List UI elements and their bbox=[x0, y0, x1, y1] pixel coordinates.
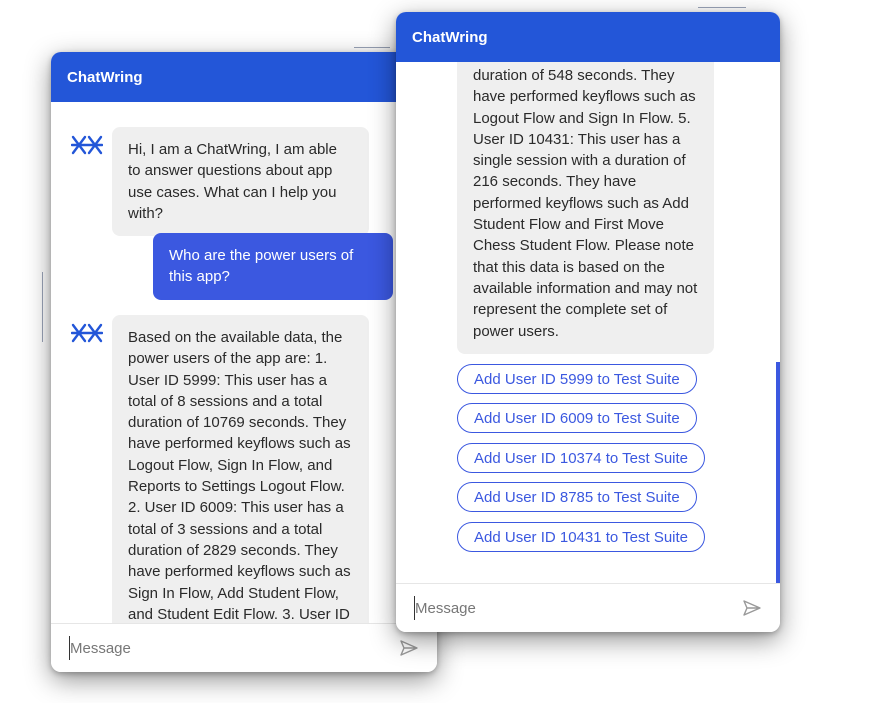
chat-title: ChatWring bbox=[412, 28, 488, 46]
bot-answer-bubble: duration of 548 seconds. They have perfo… bbox=[457, 62, 714, 354]
background-line bbox=[698, 7, 746, 8]
chat-messages: duration of 548 seconds. They have perfo… bbox=[396, 62, 780, 584]
chat-window-left: ChatWring Hi, I am a ChatWring, I am abl… bbox=[51, 52, 437, 672]
logo-icon bbox=[71, 135, 103, 155]
message-footer bbox=[396, 583, 780, 632]
chat-messages: Hi, I am a ChatWring, I am able to answe… bbox=[51, 102, 437, 624]
send-icon[interactable] bbox=[742, 598, 762, 618]
message-input[interactable] bbox=[414, 596, 715, 620]
chat-header: ChatWring bbox=[396, 12, 780, 62]
send-icon[interactable] bbox=[399, 638, 419, 658]
add-user-6009-button[interactable]: Add User ID 6009 to Test Suite bbox=[457, 403, 697, 433]
scrollbar[interactable] bbox=[776, 362, 780, 584]
message-input[interactable] bbox=[69, 636, 370, 660]
background-line bbox=[354, 47, 390, 48]
chat-header: ChatWring bbox=[51, 52, 437, 102]
add-user-10431-button[interactable]: Add User ID 10431 to Test Suite bbox=[457, 522, 706, 552]
chat-window-right: ChatWring duration of 548 seconds. They … bbox=[396, 12, 780, 632]
user-question-bubble: Who are the power users of this app? bbox=[153, 233, 393, 300]
add-user-10374-button[interactable]: Add User ID 10374 to Test Suite bbox=[457, 443, 706, 473]
add-user-5999-button[interactable]: Add User ID 5999 to Test Suite bbox=[457, 364, 697, 394]
chat-title: ChatWring bbox=[67, 68, 143, 86]
logo-icon bbox=[71, 323, 103, 343]
background-line bbox=[42, 272, 43, 342]
add-user-8785-button[interactable]: Add User ID 8785 to Test Suite bbox=[457, 482, 697, 512]
bot-answer-bubble: Based on the available data, the power u… bbox=[112, 315, 369, 624]
bot-greeting-bubble: Hi, I am a ChatWring, I am able to answe… bbox=[112, 127, 369, 237]
message-footer bbox=[51, 623, 437, 672]
